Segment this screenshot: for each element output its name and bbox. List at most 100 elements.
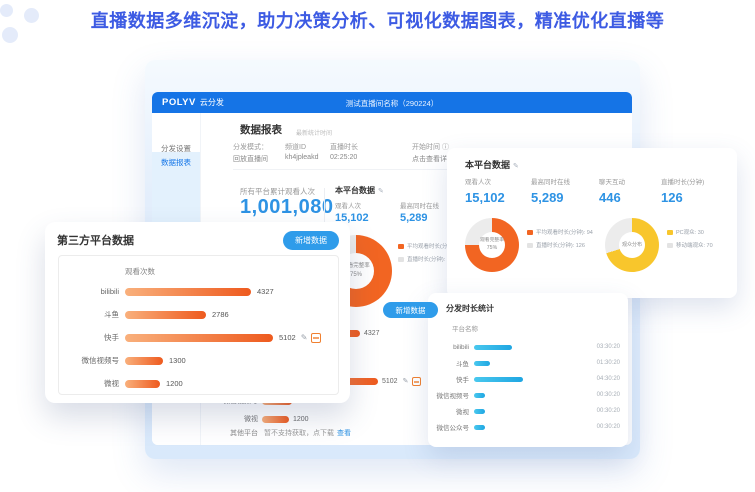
duration-card-title: 分发时长统计: [446, 303, 494, 314]
platform-data-card: 本平台数据✎ 观看人次15,102最高同时在线5,289聊天互动446直播时长(…: [447, 148, 737, 298]
donut-center-value: 75%: [487, 245, 497, 252]
metric-label: 观看人次: [465, 176, 505, 186]
duration-bar-chart: bilibili03:30:20斗鱼01:30:20快手04:30:20微信视频…: [432, 339, 622, 435]
bar-row: 斗鱼2786: [59, 303, 338, 326]
legend-swatch: [398, 244, 404, 249]
legend-item: 移动端观众: 70: [667, 241, 713, 249]
bar-row: 微视 00:30:20: [432, 403, 622, 419]
metric: 观看人次15,102: [335, 200, 369, 224]
metric-value: 5,289: [400, 212, 439, 224]
metric-label: 聊天互动: [599, 176, 625, 186]
bar-value: 00:30:20: [597, 408, 620, 414]
donut-legend: 平均观看时长(分钟): 94 直播时长(分钟): 126: [527, 228, 593, 254]
note-text: 暂不支持获取，点下载: [264, 428, 334, 438]
edit-icon[interactable]: ✎: [513, 163, 519, 170]
bar-value: 4327: [257, 287, 274, 296]
bar: [125, 288, 251, 296]
bar-row: 快手 04:30:20: [432, 371, 622, 387]
note-view-link[interactable]: 查看: [337, 428, 351, 438]
metric-label: 直播时长(分钟): [661, 176, 704, 186]
metric: 最高同时在线 5,289: [400, 200, 439, 224]
audience-distribution-donut: 观众分布: [605, 218, 659, 272]
legend-item: PC观众: 30: [667, 228, 713, 236]
bar-row: 微视 1200: [59, 372, 338, 395]
duration-card: 分发时长统计 平台名称 bilibili03:30:20斗鱼01:30:20快手…: [428, 293, 628, 447]
bar-value: 1200: [166, 379, 183, 388]
info-label: 开始时间 ⓘ: [412, 142, 449, 152]
bar-row: 微信公众号 00:30:20: [432, 419, 622, 435]
bar: [474, 409, 485, 414]
legend-swatch: [398, 257, 404, 262]
bar: [262, 416, 289, 423]
legend-label: 平均观看时长(分钟): 94: [536, 228, 593, 236]
platform-card-title: 本平台数据✎: [465, 158, 519, 171]
bar-label: 微信视频号: [59, 355, 119, 366]
edit-icon[interactable]: ✎: [403, 377, 409, 385]
bar-label: 微视: [182, 414, 258, 424]
legend-item: 直播时长(分钟): 126: [527, 241, 593, 249]
chart-container: 观看次数 bilibili4327斗鱼2786快手5102✎微信视频号1300微…: [58, 255, 339, 395]
bar-value: 04:30:20: [597, 376, 620, 382]
bar-label: 快手: [59, 332, 119, 343]
bar-label: 微视: [59, 378, 119, 389]
watch-completion-donut: 观看完整率 75%: [465, 218, 519, 272]
legend-swatch: [527, 230, 533, 235]
legend-item: 平均观看时长(分钟): 94: [527, 228, 593, 236]
bar-value: 01:30:20: [597, 360, 620, 366]
bar-row: 微信视频号1300: [59, 349, 338, 372]
legend-label: 直播时长(分钟): 126: [536, 241, 585, 249]
chart-title: 观看次数: [125, 266, 155, 277]
donut-center-value: 75%: [350, 271, 362, 279]
bar-label: 斗鱼: [59, 309, 119, 320]
bar-row: bilibili 4327: [59, 280, 338, 303]
bar-value: 03:30:20: [597, 344, 620, 350]
bar-label: bilibili: [432, 344, 469, 351]
bar-label: bilibili: [59, 287, 119, 296]
bar-label: 快手: [432, 374, 469, 384]
bar-value: 5102: [382, 378, 398, 385]
donut-legend: PC观众: 30 移动端观众: 70: [667, 228, 713, 254]
info-value: kh4jpleakd: [285, 154, 318, 161]
bar-row: 微视 1200: [182, 414, 309, 424]
report-subtitle: 最新统计时间: [296, 128, 332, 137]
add-data-button[interactable]: 新增数据: [283, 231, 339, 250]
metric-label: 观看人次: [335, 200, 369, 210]
metric-label: 最高同时在线: [400, 200, 439, 210]
bar-value: 00:30:20: [597, 392, 620, 398]
edit-icon[interactable]: ✎: [378, 188, 384, 195]
bar: [474, 345, 512, 350]
bar: [125, 357, 163, 365]
bar: [474, 361, 490, 366]
add-data-button[interactable]: 新增数据: [383, 302, 438, 318]
note-row: 其他平台 暂不支持获取，点下载 查看: [182, 428, 351, 438]
banner-title: 直播数据多维沉淀，助力决策分析、可视化数据图表，精准优化直播等: [0, 7, 755, 33]
info-label: 频道ID: [285, 142, 306, 152]
edit-icon[interactable]: ✎: [301, 333, 308, 342]
bar-label: 微视: [432, 406, 469, 416]
bar: [125, 311, 206, 319]
total-views-value: 1,001,080: [240, 196, 333, 219]
legend-label: 移动端观众: 70: [676, 241, 713, 249]
note-label: 其他平台: [182, 428, 258, 438]
third-party-card-title: 第三方平台数据: [57, 232, 134, 248]
legend-swatch: [527, 243, 533, 248]
bar-label: 微信公众号: [432, 422, 469, 432]
info-value: 02:25:20: [330, 154, 357, 161]
metric-label: 最高同时在线: [531, 176, 570, 186]
bar-value: 1200: [293, 416, 309, 423]
metric: 直播时长(分钟) 126: [661, 176, 704, 205]
bar-value: 00:30:20: [597, 424, 620, 430]
bar-value: 4327: [364, 330, 380, 337]
bar: [125, 334, 273, 342]
bar: [474, 425, 485, 430]
bar: [474, 393, 485, 398]
platform-name-column-label: 平台名称: [452, 323, 478, 333]
info-label: 分发模式：: [233, 142, 268, 152]
bar-row: 微信视频号 00:30:20: [432, 387, 622, 403]
save-icon[interactable]: [311, 333, 321, 343]
save-icon[interactable]: [412, 377, 421, 386]
bar-label: 微信视频号: [432, 390, 469, 400]
bar-row: bilibili 03:30:20: [432, 339, 622, 355]
metric-value: 126: [661, 190, 704, 205]
room-title: 测试直播间名称（290224）: [152, 98, 632, 109]
